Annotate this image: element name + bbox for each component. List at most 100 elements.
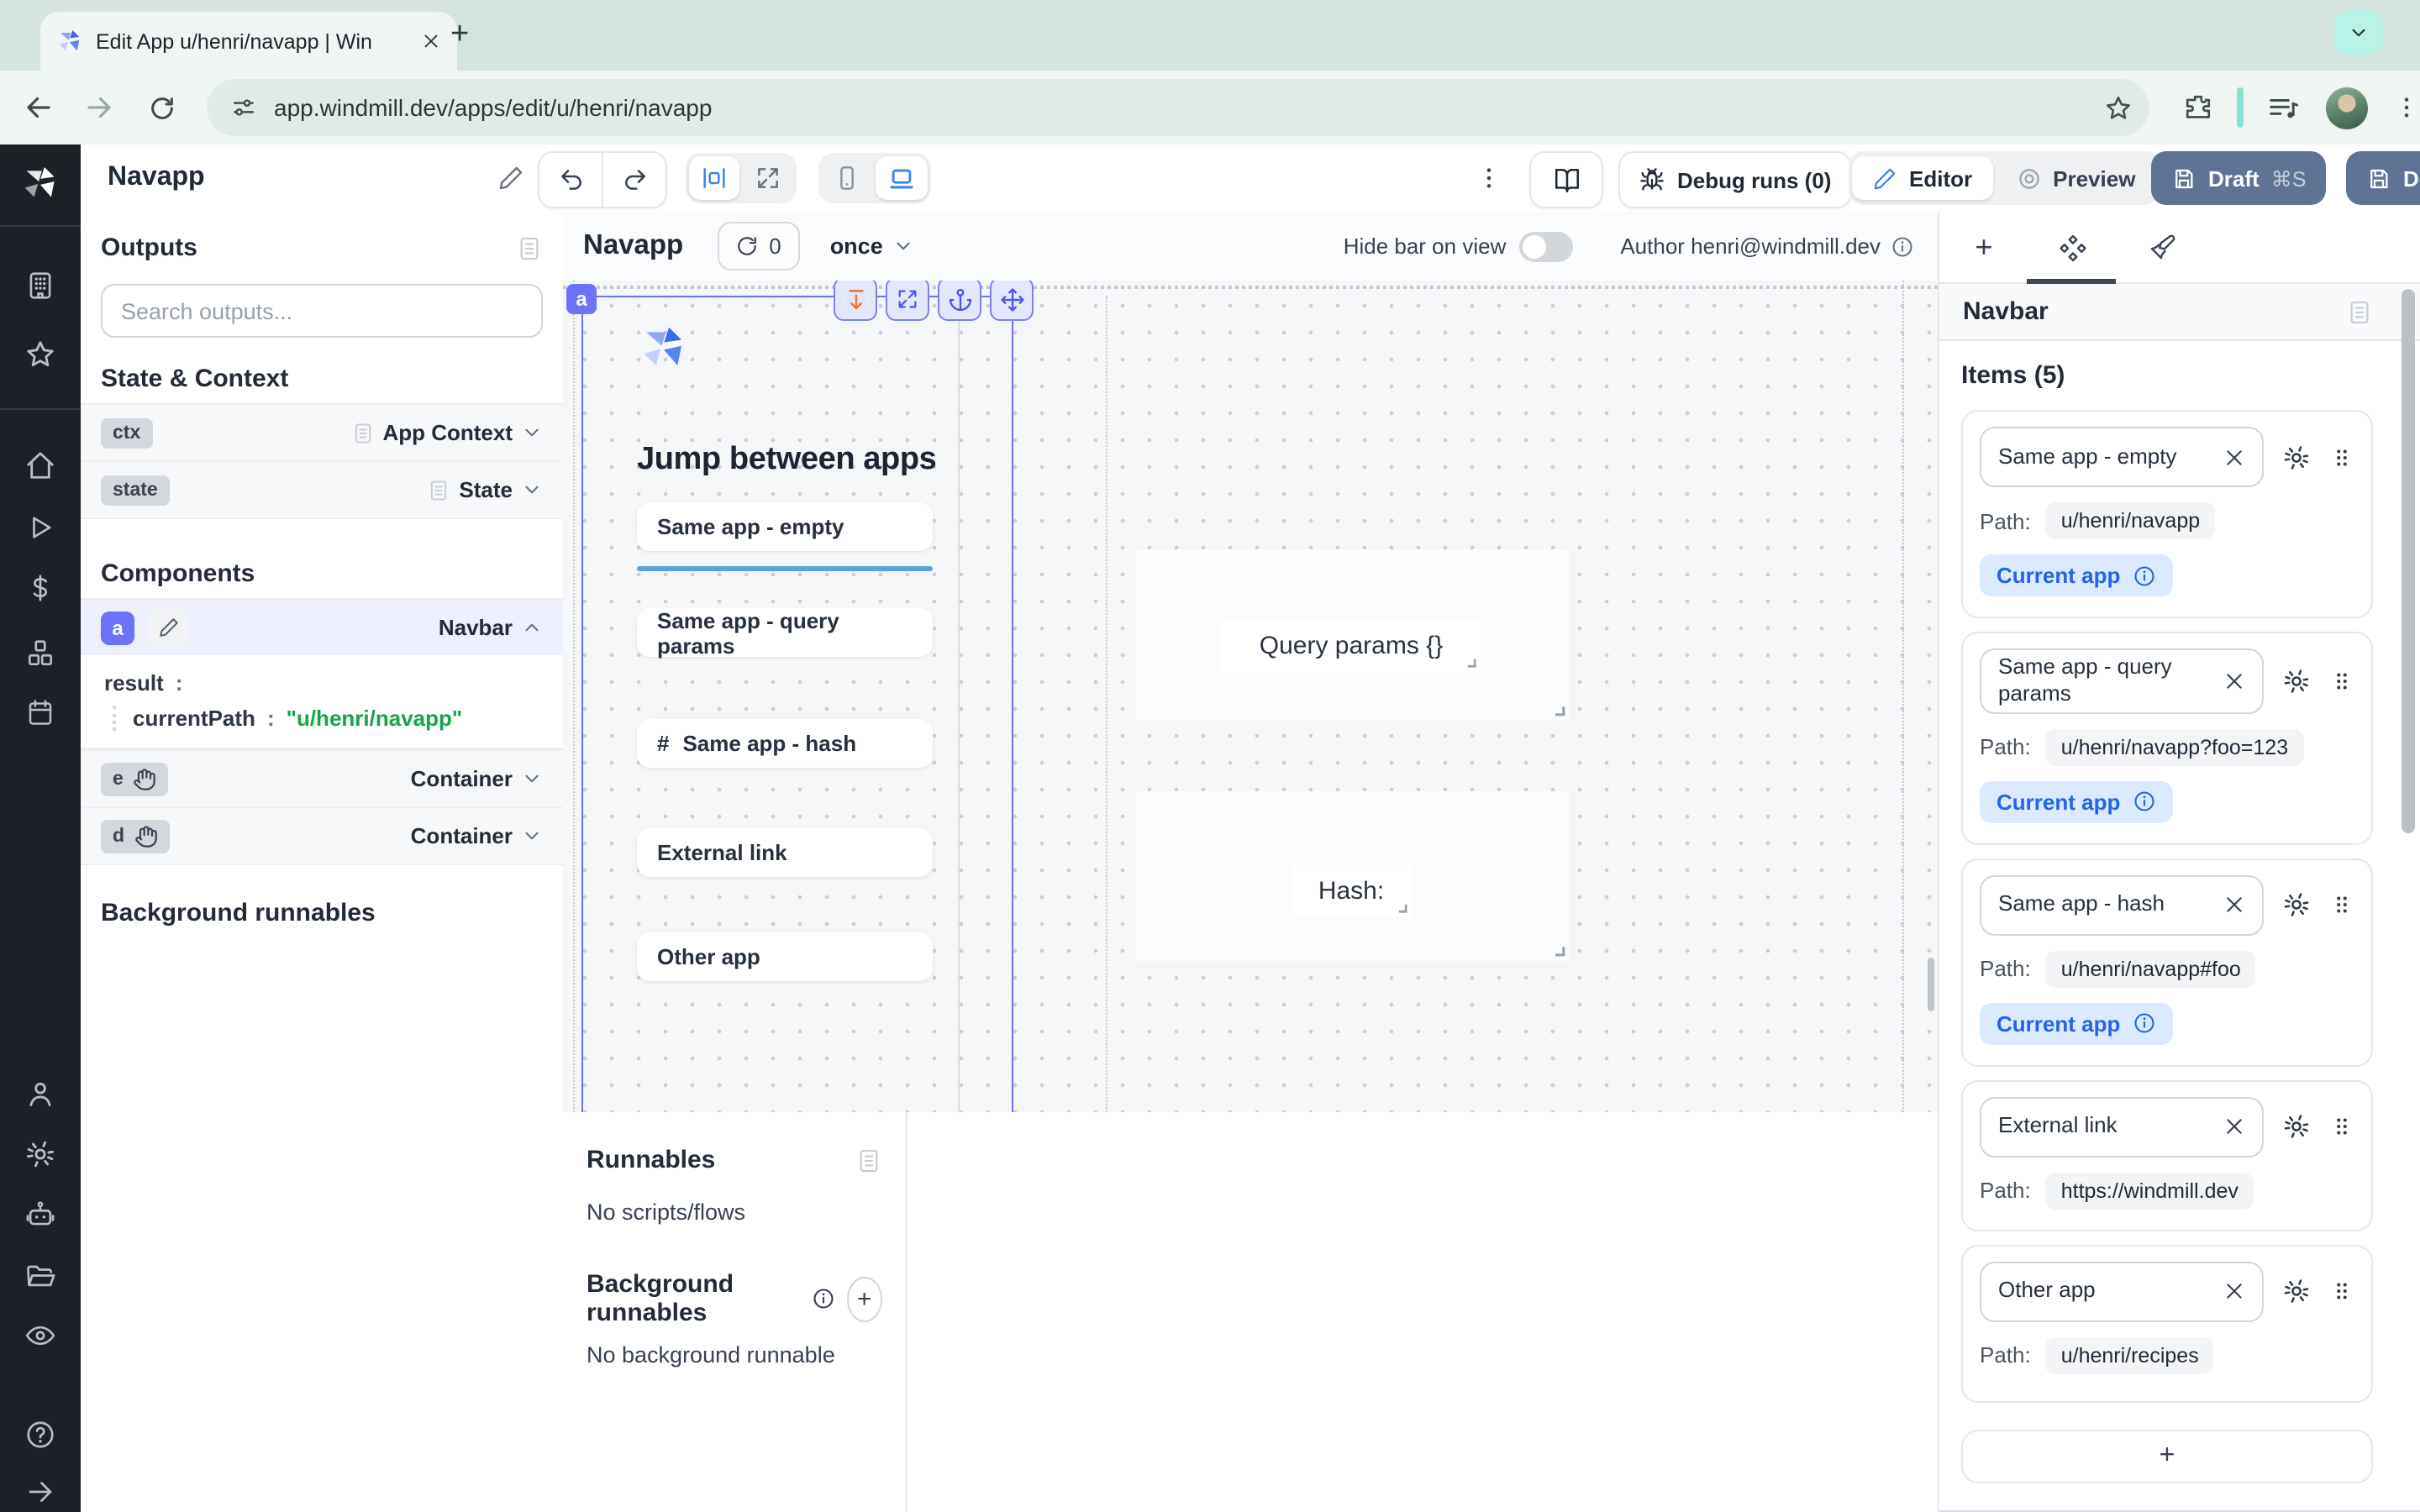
anchor-button[interactable]	[938, 281, 981, 321]
runnables-doc-icon[interactable]	[855, 1147, 882, 1173]
undo-button[interactable]	[539, 153, 603, 207]
ctx-row[interactable]: ctx App Context	[81, 403, 563, 460]
variables-dollar-icon[interactable]	[25, 573, 55, 603]
nav-item-same-app-empty[interactable]: Same app - empty	[637, 502, 933, 551]
chevron-up-icon[interactable]	[521, 617, 543, 638]
reload-icon[interactable]	[148, 93, 176, 122]
chevron-down-icon[interactable]	[521, 768, 543, 790]
resize-corner-icon[interactable]	[1553, 704, 1566, 717]
styling-tab[interactable]	[2118, 233, 2207, 261]
clear-icon[interactable]	[2223, 1116, 2245, 1137]
resize-corner-icon[interactable]	[1397, 902, 1408, 914]
full-width-button[interactable]	[743, 156, 793, 200]
drag-handle-icon[interactable]	[2329, 669, 2354, 694]
audit-eye-icon[interactable]	[24, 1320, 56, 1352]
nav-item-hash[interactable]: # Same app - hash	[637, 719, 933, 768]
deploy-button[interactable]: Deploy	[2346, 151, 2420, 205]
resize-corner-icon[interactable]	[1553, 944, 1566, 958]
item-path[interactable]: u/henri/navapp#foo	[2046, 950, 2256, 987]
item-label-input[interactable]: Same app - hash	[1980, 874, 2264, 935]
result-key[interactable]: result	[104, 670, 164, 696]
fixed-width-button[interactable]	[689, 156, 739, 200]
doc-icon[interactable]	[350, 421, 374, 444]
item-label-input[interactable]: Same app - query params	[1980, 648, 2264, 713]
nav-item-external-link[interactable]: External link	[637, 828, 933, 877]
component-row-container-e[interactable]: e Container	[81, 749, 563, 806]
profile-avatar[interactable]	[2326, 87, 2368, 129]
info-icon[interactable]	[2132, 1011, 2155, 1035]
selected-component-tag[interactable]: a	[566, 284, 597, 314]
new-tab-button[interactable]: +	[450, 18, 469, 50]
canvas-grid[interactable]: a Jump between apps Same app - empty Sam…	[563, 281, 1938, 1112]
info-icon[interactable]	[1891, 234, 1914, 258]
preview-tab[interactable]: Preview	[1996, 156, 2155, 200]
item-path[interactable]: u/henri/navapp	[2046, 502, 2215, 539]
site-settings-icon[interactable]	[230, 94, 257, 121]
url-text[interactable]: app.windmill.dev/apps/edit/u/henri/navap…	[274, 94, 2087, 121]
window-chevron-button[interactable]	[2334, 10, 2383, 55]
drag-handle-icon[interactable]	[2329, 1278, 2354, 1304]
item-path[interactable]: u/henri/navapp?foo=123	[2046, 728, 2303, 765]
run-mode-dropdown[interactable]: once	[830, 234, 915, 259]
refresh-count-button[interactable]: 0	[717, 222, 799, 270]
nav-item-other-app[interactable]: Other app	[637, 932, 933, 981]
resize-corner-icon[interactable]	[1465, 657, 1477, 669]
item-label-input[interactable]: Same app - empty	[1980, 427, 2264, 487]
media-playlist-icon[interactable]	[2267, 92, 2299, 123]
draft-button[interactable]: Draft ⌘S	[2151, 151, 2326, 205]
panel-scrollbar[interactable]	[2402, 289, 2415, 833]
resources-cubes-icon[interactable]	[24, 638, 56, 669]
info-icon[interactable]	[2132, 790, 2155, 813]
outputs-doc-icon[interactable]	[516, 234, 543, 261]
extensions-puzzle-icon[interactable]	[2183, 92, 2213, 123]
clear-icon[interactable]	[2223, 670, 2245, 692]
home-icon[interactable]	[24, 449, 56, 481]
component-doc-icon[interactable]	[2346, 298, 2373, 325]
folders-icon[interactable]	[24, 1259, 56, 1291]
debug-runs-button[interactable]: Debug runs (0)	[1618, 151, 1851, 208]
current-path-key[interactable]: currentPath	[133, 706, 255, 731]
component-row-container-d[interactable]: d Container	[81, 806, 563, 865]
users-icon[interactable]	[24, 1078, 56, 1110]
tab-close-icon[interactable]	[422, 32, 440, 50]
hash-text[interactable]: Hash:	[1291, 865, 1412, 917]
move-button[interactable]	[990, 281, 1034, 321]
doc-icon[interactable]	[427, 478, 450, 501]
fullscreen-button[interactable]	[886, 281, 929, 321]
info-icon[interactable]	[2132, 564, 2155, 587]
more-options-kebab-icon[interactable]	[1476, 165, 1502, 192]
settings-gear-icon[interactable]	[24, 1138, 56, 1170]
workers-bot-icon[interactable]	[24, 1199, 56, 1231]
docs-book-button[interactable]	[1529, 151, 1603, 208]
drag-handle-icon[interactable]	[2329, 444, 2354, 470]
clear-icon[interactable]	[2223, 1280, 2245, 1302]
forward-icon[interactable]	[84, 92, 114, 123]
chevron-down-icon[interactable]	[521, 825, 543, 847]
component-settings-tab[interactable]	[2028, 233, 2118, 261]
schedules-calendar-icon[interactable]	[25, 697, 55, 727]
runs-play-icon[interactable]	[25, 512, 55, 543]
item-path[interactable]: https://windmill.dev	[2046, 1172, 2254, 1209]
item-settings-gear-icon[interactable]	[2282, 1112, 2311, 1141]
favorites-star-icon[interactable]	[24, 339, 56, 370]
desktop-view-button[interactable]	[876, 156, 928, 200]
add-background-runnable-button[interactable]: +	[846, 1276, 882, 1321]
component-row-navbar[interactable]: a Navbar	[81, 598, 563, 655]
item-path[interactable]: u/henri/recipes	[2046, 1336, 2214, 1373]
canvas-scrollbar[interactable]	[1928, 958, 1934, 1011]
bookmark-star-icon[interactable]	[2104, 93, 2133, 122]
insert-component-tab[interactable]: +	[1939, 229, 2028, 265]
windmill-logo[interactable]	[22, 165, 59, 202]
expand-down-button[interactable]	[834, 281, 877, 321]
browser-tab[interactable]: Edit App u/henri/navapp | Win	[40, 12, 457, 71]
drag-handle-icon[interactable]	[2329, 892, 2354, 917]
clear-icon[interactable]	[2223, 446, 2245, 468]
search-outputs-input[interactable]	[101, 284, 543, 338]
hide-bar-toggle[interactable]	[1519, 231, 1573, 261]
state-row[interactable]: state State	[81, 460, 563, 519]
item-label-input[interactable]: Other app	[1980, 1261, 2264, 1321]
rename-pencil-icon[interactable]	[497, 165, 524, 192]
url-bar[interactable]: app.windmill.dev/apps/edit/u/henri/navap…	[207, 79, 2149, 136]
add-item-button[interactable]: +	[1961, 1429, 2373, 1483]
collapse-arrow-icon[interactable]	[25, 1477, 55, 1507]
